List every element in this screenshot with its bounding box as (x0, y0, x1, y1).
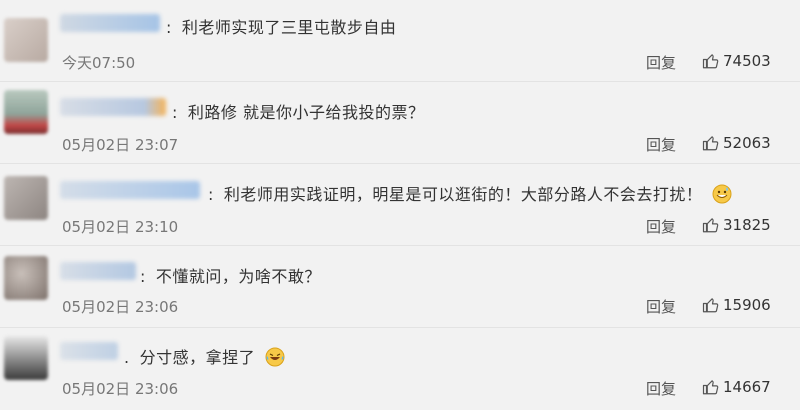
colon-separator: : (208, 185, 214, 204)
thumbs-up-icon (702, 136, 719, 151)
avatar[interactable] (4, 336, 48, 380)
reply-button[interactable]: 回复 (646, 134, 676, 155)
username[interactable] (60, 14, 160, 32)
comment-text: : 利老师用实践证明，明星是可以逛街的！大部分路人不会去打扰！ (208, 181, 732, 208)
timestamp: 05月02日 23:10 (62, 218, 179, 236)
comment-item: : 利路修 就是你小子给我投的票？ 05月02日 23:07 回复 52063 (0, 82, 800, 164)
comment-text: : 利路修 就是你小子给我投的票？ (172, 99, 424, 123)
thumbs-up-icon (702, 218, 719, 233)
thumbs-up-icon (702, 380, 719, 395)
thumbs-up-icon (702, 298, 719, 313)
like-count: 31825 (723, 216, 771, 234)
username[interactable] (60, 98, 166, 116)
thumbs-up-icon (702, 54, 719, 69)
comment-body: 分寸感，拿捏了 (139, 348, 256, 367)
comment-list: : 利老师实现了三里屯散步自由 今天07:50 回复 74503 : 利路修 就是你… (0, 0, 800, 408)
period-separator: . (124, 348, 130, 367)
username[interactable] (60, 262, 136, 280)
like-button[interactable]: 15906 (702, 296, 771, 314)
avatar[interactable] (4, 18, 48, 62)
comment-item: : 利老师实现了三里屯散步自由 今天07:50 回复 74503 (0, 0, 800, 82)
reply-button[interactable]: 回复 (646, 296, 676, 317)
like-count: 74503 (723, 52, 771, 70)
timestamp: 05月02日 23:07 (62, 136, 179, 154)
comment-text: : 不懂就问，为啥不敢？ (140, 263, 321, 287)
reply-button[interactable]: 回复 (646, 216, 676, 237)
timestamp: 05月02日 23:06 (62, 298, 179, 316)
avatar[interactable] (4, 90, 48, 134)
comment-item: . 分寸感，拿捏了 05月02日 23:06 回复 14667 (0, 328, 800, 410)
avatar[interactable] (4, 176, 48, 220)
timestamp: 今天07:50 (62, 54, 136, 72)
colon-separator: : (172, 103, 178, 122)
comment-body: 利路修 就是你小子给我投的票？ (187, 103, 425, 122)
grin-sweat-emoji (712, 184, 732, 208)
colon-separator: : (166, 18, 172, 37)
like-button[interactable]: 74503 (702, 52, 771, 70)
comment-body: 利老师用实践证明，明星是可以逛街的！大部分路人不会去打扰！ (223, 185, 703, 204)
colon-separator: : (140, 267, 146, 286)
like-button[interactable]: 14667 (702, 378, 771, 396)
timestamp: 05月02日 23:06 (62, 380, 179, 398)
comment-text: : 利老师实现了三里屯散步自由 (166, 14, 396, 38)
reply-button[interactable]: 回复 (646, 378, 676, 399)
comment-body: 利老师实现了三里屯散步自由 (181, 18, 397, 37)
comment-item: : 不懂就问，为啥不敢？ 05月02日 23:06 回复 15906 (0, 246, 800, 328)
like-button[interactable]: 31825 (702, 216, 771, 234)
tears-of-joy-emoji (265, 347, 285, 371)
username[interactable] (60, 342, 118, 360)
reply-button[interactable]: 回复 (646, 52, 676, 73)
like-button[interactable]: 52063 (702, 134, 771, 152)
username[interactable] (60, 181, 200, 199)
comment-item: : 利老师用实践证明，明星是可以逛街的！大部分路人不会去打扰！ 05月02日 23… (0, 164, 800, 246)
comment-text: . 分寸感，拿捏了 (124, 344, 285, 371)
like-count: 52063 (723, 134, 771, 152)
like-count: 15906 (723, 296, 771, 314)
comment-body: 不懂就问，为啥不敢？ (155, 267, 321, 286)
like-count: 14667 (723, 378, 771, 396)
avatar[interactable] (4, 256, 48, 300)
